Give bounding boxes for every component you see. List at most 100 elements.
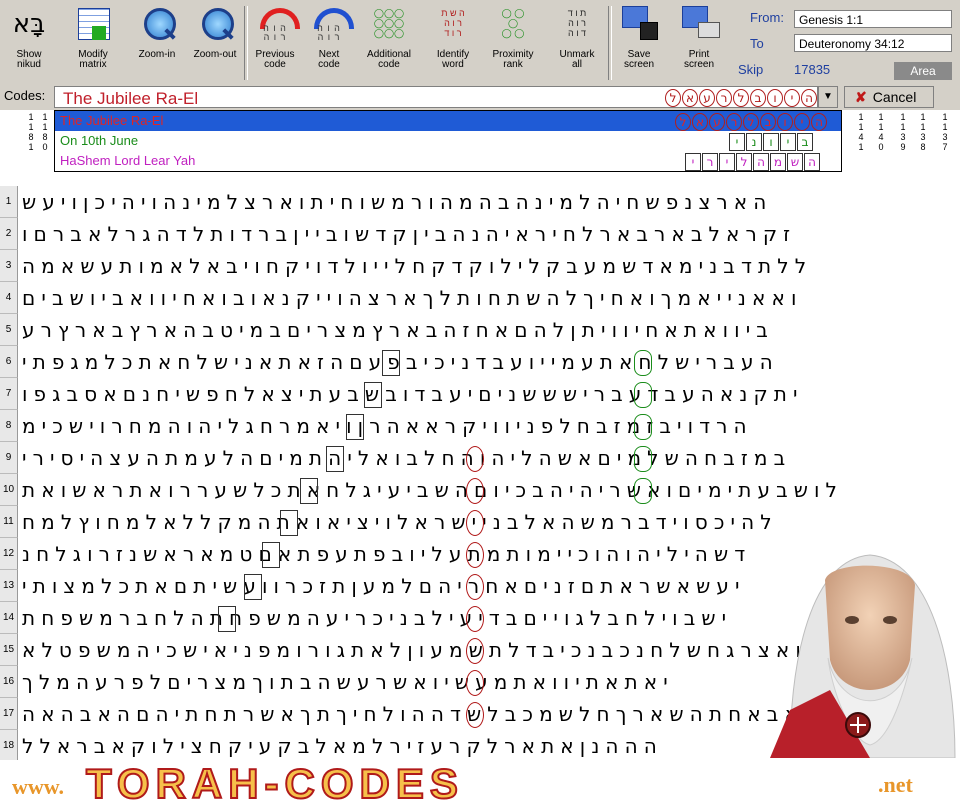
codes-list-item-label: HaShem Lord Lear Yah <box>60 153 196 168</box>
hebrew-letter-chip: ה <box>801 89 817 107</box>
row-number: 17 <box>0 698 18 730</box>
row-number: 6 <box>0 346 18 378</box>
codes-list-item[interactable]: The Jubilee Ra-El היובלרעאל <box>55 111 841 131</box>
code-letter-highlight <box>300 478 318 504</box>
zoom-in-button[interactable]: Zoom-in <box>132 4 182 82</box>
row-number: 9 <box>0 442 18 474</box>
code-letter-highlight <box>634 382 652 408</box>
code-letter-highlight <box>280 510 298 536</box>
codes-dropdown-list: The Jubilee Ra-El היובלרעאל On 10th June… <box>54 110 842 172</box>
code-letter-highlight <box>466 542 484 568</box>
identify-word-button[interactable]: ה ש תר ו הר ו ד Identify word <box>428 4 478 82</box>
unmark-all-icon: ת ו דר ו הד ו ה <box>567 8 587 38</box>
matrix-row: הרדויבזמזבחלפניוויקראאהרןויאמרחגליהוהמחר… <box>22 414 753 438</box>
matrix-row: ללתדבנימאדשמעבקלילוקדקחלייולדויקחויבאלאמ… <box>22 254 813 278</box>
toolbar-separator <box>244 6 248 80</box>
hebrew-letter-chip: א <box>692 113 708 131</box>
row-number: 14 <box>0 602 18 634</box>
code-letter-highlight <box>634 350 652 376</box>
hebrew-letter-chip: ל <box>675 113 691 131</box>
code-letter-highlight <box>382 350 400 376</box>
banner-www: www. <box>12 774 64 799</box>
column-number: 1 1 3 7 <box>942 112 948 152</box>
identify-word-icon: ה ש תר ו הר ו ד <box>441 8 465 38</box>
codes-list-item-hebrew: ביוני <box>729 133 813 151</box>
hebrew-letter-chip: א <box>682 89 698 107</box>
proximity-rank-icon: ◯ ◯ ◯ ◯ ◯ <box>501 8 525 38</box>
code-letter-highlight <box>364 382 382 408</box>
banner-net: .net <box>878 772 913 797</box>
codes-list-item[interactable]: HaShem Lord Lear Yah השמהלירי <box>55 151 841 171</box>
row-number: 12 <box>0 538 18 570</box>
button-label: Show nikud <box>16 49 42 70</box>
row-number: 1 <box>0 186 18 218</box>
proximity-rank-button[interactable]: ◯ ◯ ◯ ◯ ◯ Proximity rank <box>488 4 538 82</box>
skip-value: 17835 <box>794 62 831 77</box>
next-code-button[interactable]: ה ו הר ו ה Next code <box>304 4 354 82</box>
hebrew-letter-chip: ה <box>753 153 769 171</box>
code-letter-highlight <box>634 478 652 504</box>
area-button[interactable]: Area <box>894 62 952 80</box>
hebrew-letter-chip: ו <box>763 133 779 151</box>
to-label: To <box>750 36 764 51</box>
hebrew-nikud-icon: בָּא <box>8 4 50 44</box>
code-letter-highlight <box>466 574 484 600</box>
matrix-row: זקראלבארבארלחיראיהנהביןקדשובייןברדותלדהג… <box>22 222 797 246</box>
previous-code-button[interactable]: ה ו הר ו ה Previous code <box>250 4 300 82</box>
portrait-image <box>770 554 956 758</box>
hebrew-letter-chip: ר <box>702 153 718 171</box>
codes-value: The Jubilee Ra-El <box>63 89 199 108</box>
zoom-out-button[interactable]: Zoom-out <box>190 4 240 82</box>
hebrew-letter-chip: ה <box>811 113 827 131</box>
code-letter-highlight <box>346 414 364 440</box>
hebrew-letter-chip: ו <box>777 113 793 131</box>
hebrew-letter-chip: ל <box>736 153 752 171</box>
matrix-row: הארצנפשחיהלמינהבהמהורמשוחיתוארצלמינהויהי… <box>22 190 773 214</box>
button-label: Zoom-in <box>138 49 176 60</box>
additional-code-button[interactable]: ◯◯◯ ◯◯◯ ◯◯◯ Additional code <box>364 4 414 82</box>
previous-arrow-icon: ה ו הר ו ה <box>254 4 300 44</box>
code-letter-highlight <box>634 414 652 440</box>
unmark-all-button[interactable]: ת ו דר ו הד ו ה Unmark all <box>552 4 602 82</box>
row-number: 3 <box>0 250 18 282</box>
row-number: 15 <box>0 634 18 666</box>
modify-matrix-button[interactable]: Modify matrix <box>68 4 118 82</box>
row-number: 10 <box>0 474 18 506</box>
codes-list-item-label: The Jubilee Ra-El <box>60 113 164 128</box>
code-letter-highlight <box>466 702 484 728</box>
row-number: 4 <box>0 282 18 314</box>
code-letter-highlight <box>466 606 484 632</box>
print-screen-button[interactable]: Print screen <box>674 4 724 82</box>
from-field[interactable]: Genesis 1:1 <box>794 10 952 28</box>
code-letter-highlight <box>634 446 652 472</box>
cancel-button[interactable]: ✘ Cancel <box>844 86 934 108</box>
hebrew-letter-chip: ל <box>733 89 749 107</box>
save-screen-button[interactable]: Save screen <box>614 4 664 82</box>
code-letter-highlight <box>218 606 236 632</box>
code-letter-highlight <box>262 542 280 568</box>
row-number: 11 <box>0 506 18 538</box>
to-field[interactable]: Deuteronomy 34:12 <box>794 34 952 52</box>
chevron-down-icon[interactable]: ▼ <box>818 86 838 108</box>
toolbar: בָּא Show nikud Modify matrix Zoom-in Zo… <box>0 0 960 85</box>
hebrew-letter-chip: ר <box>726 113 742 131</box>
button-label: Modify matrix <box>78 49 108 70</box>
codes-combobox[interactable]: The Jubilee Ra-El היובלרעאל <box>54 86 818 108</box>
next-arrow-icon: ה ו הר ו ה <box>308 4 354 44</box>
show-nikud-button[interactable]: בָּא Show nikud <box>4 4 54 82</box>
matrix-row: להיכסוידברמשהאלבניישראלויציאואתהמקללאלמח… <box>22 510 778 534</box>
hebrew-letter-chip: ר <box>716 89 732 107</box>
codes-list-item-label: On 10th June <box>60 133 139 148</box>
button-label: Previous code <box>255 49 295 70</box>
codes-label: Codes: <box>4 88 46 103</box>
row-number: 16 <box>0 666 18 698</box>
avatar-portrait <box>770 540 960 758</box>
matrix-row: לושבעתימיםואשריהיהבכיוםהשביעיגלחאתכלשערר… <box>22 478 844 502</box>
matrix-row: העברישלחאתעמייועבדניכיבפעםהזאתאנישלחאתכל… <box>22 350 779 374</box>
hebrew-letter-chip: ל <box>743 113 759 131</box>
hebrew-letter-chip: י <box>685 153 701 171</box>
zoom-out-icon <box>194 4 236 44</box>
codes-list-item[interactable]: On 10th June ביוני <box>55 131 841 151</box>
column-number: 1 1 3 9 <box>900 112 906 152</box>
hebrew-letter-chip: י <box>784 89 800 107</box>
